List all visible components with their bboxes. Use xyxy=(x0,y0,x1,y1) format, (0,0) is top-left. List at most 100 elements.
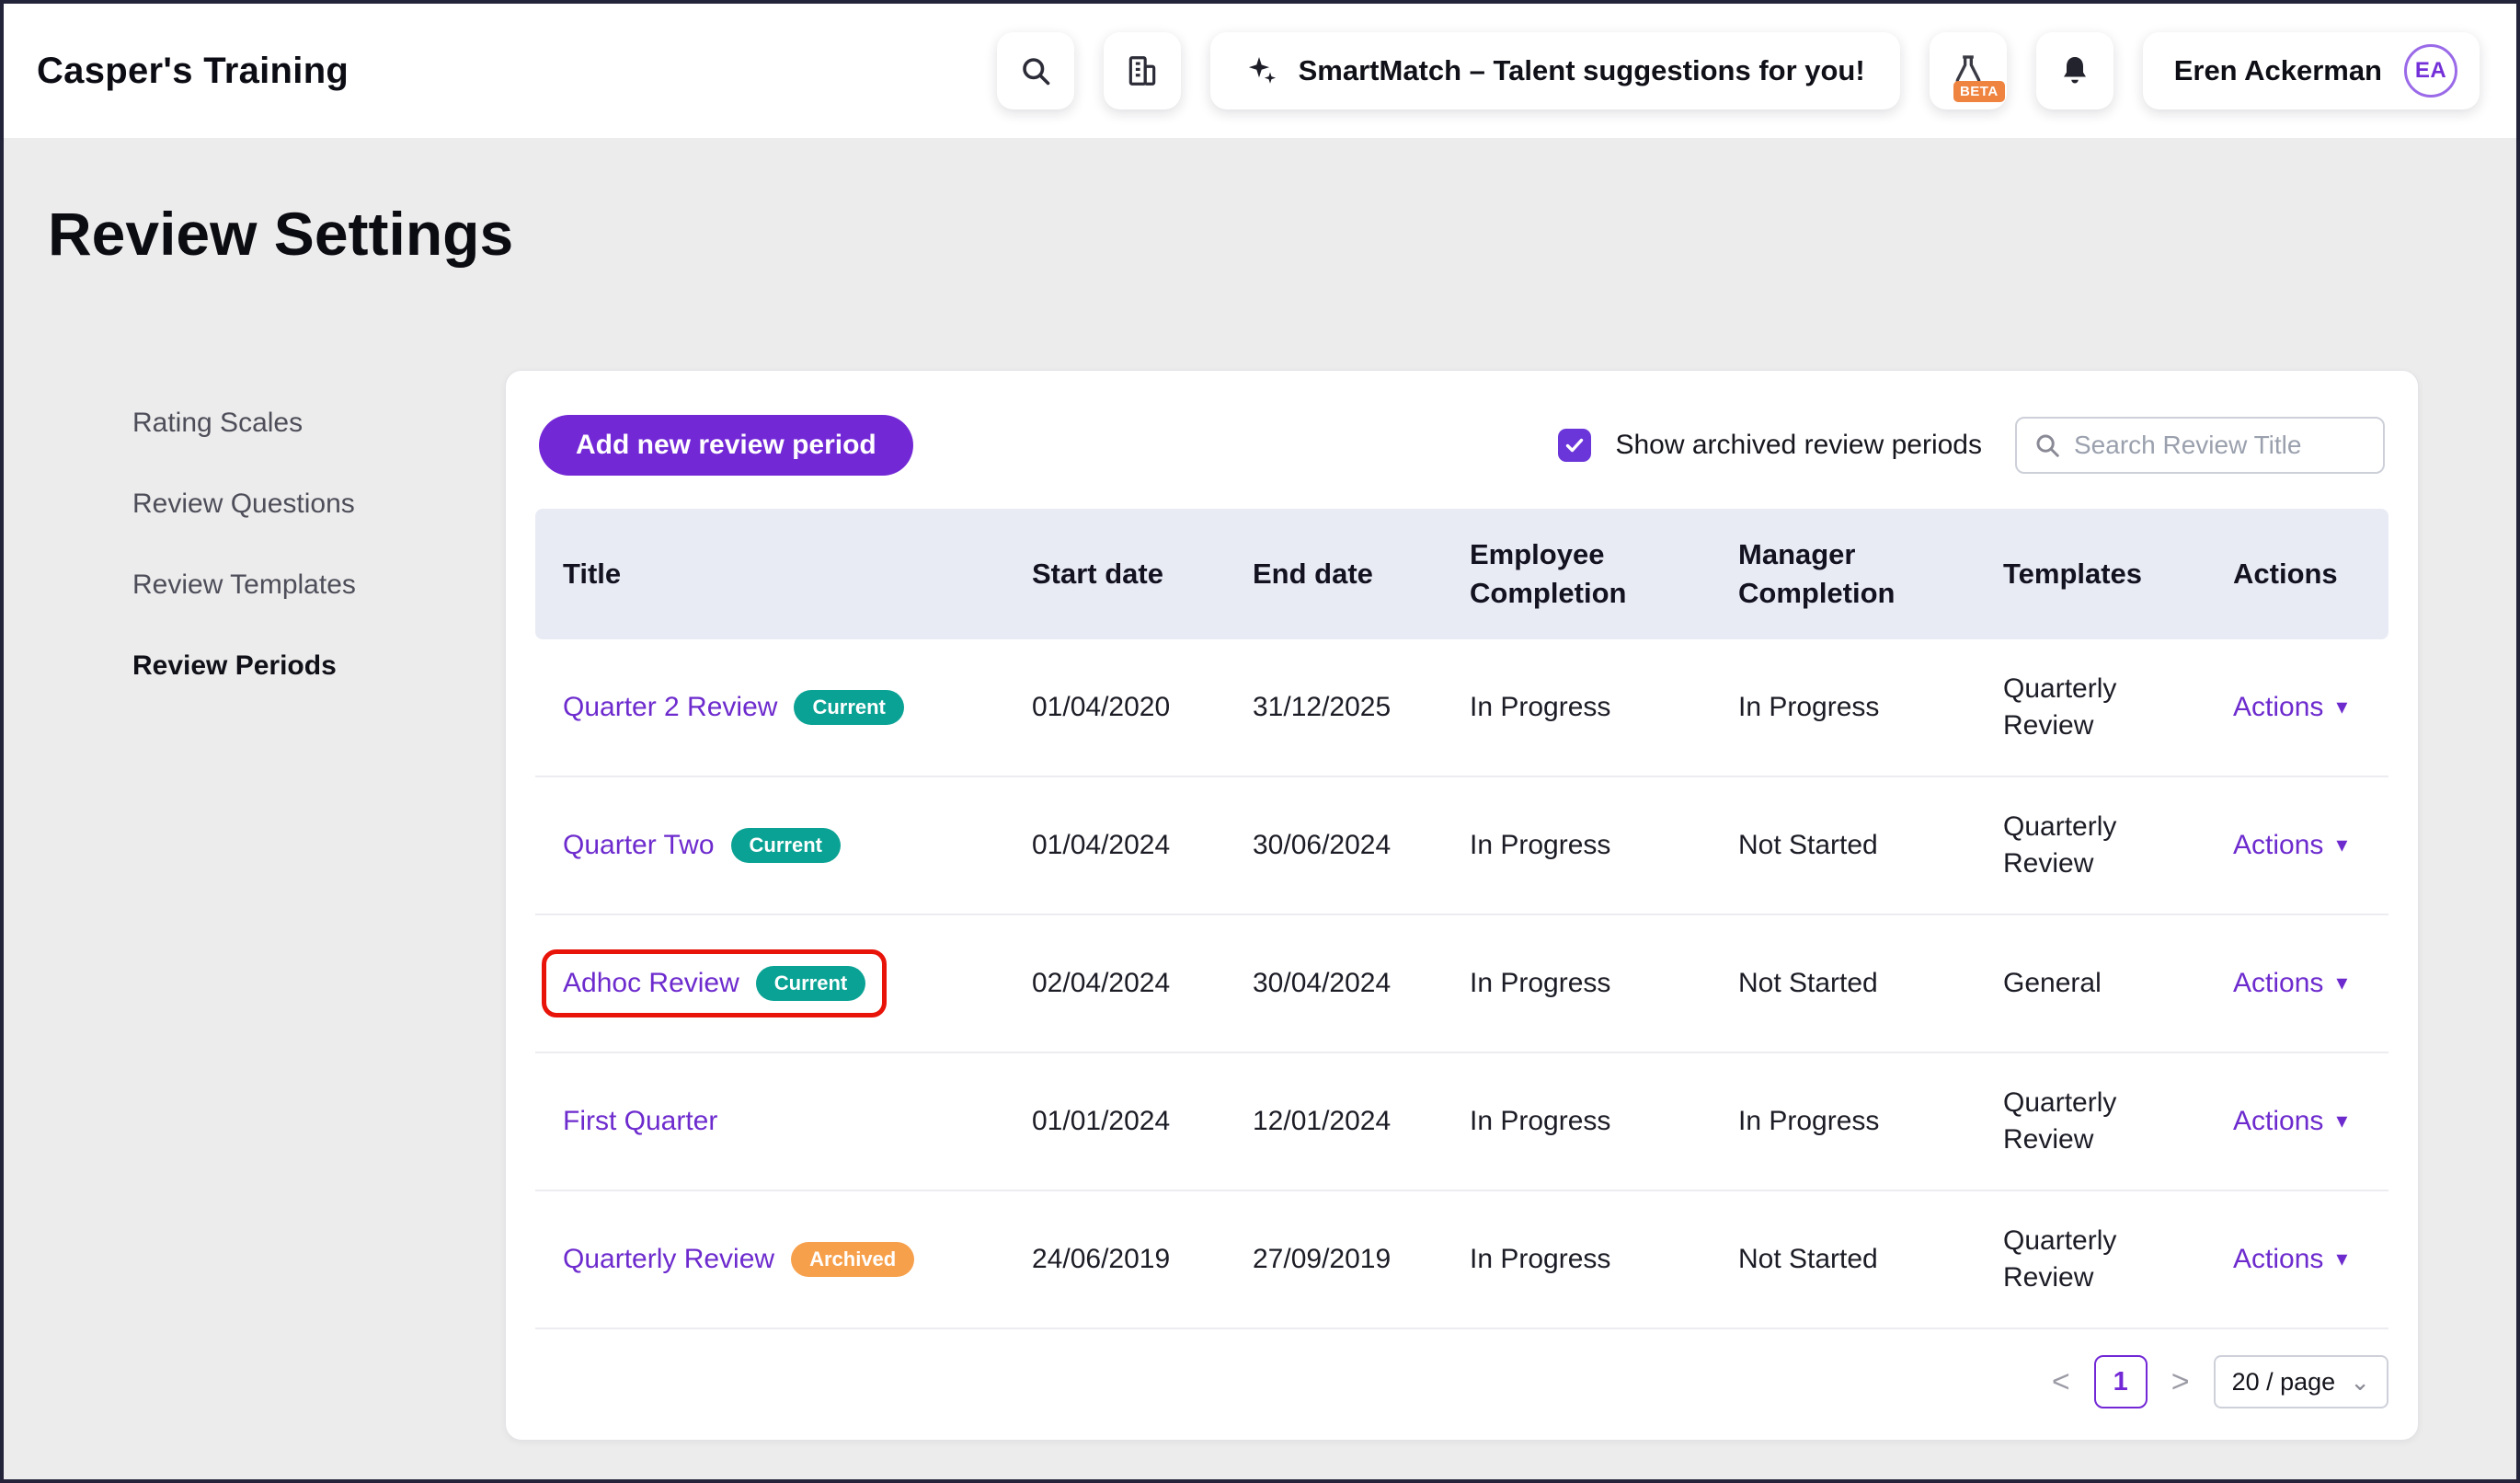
review-period-link[interactable]: First Quarter xyxy=(563,1103,717,1141)
title-cell: Quarter 2 Review Current xyxy=(535,689,1032,727)
card-toolbar: Add new review period Show archived revi… xyxy=(535,415,2388,476)
end-date: 12/01/2024 xyxy=(1253,1103,1470,1141)
main-layout: Rating Scales Review Questions Review Te… xyxy=(4,370,2516,1441)
sparkle-icon xyxy=(1245,54,1278,87)
review-periods-card: Add new review period Show archived revi… xyxy=(505,370,2419,1441)
show-archived-label[interactable]: Show archived review periods xyxy=(1615,430,1982,461)
caret-down-icon: ▾ xyxy=(2336,696,2347,719)
table-row: First Quarter 01/01/2024 12/01/2024 In P… xyxy=(535,1053,2388,1191)
actions-menu-button[interactable]: Actions ▾ xyxy=(2233,1103,2347,1141)
title-cell: Adhoc Review Current xyxy=(535,949,1032,1018)
search-button[interactable] xyxy=(997,32,1074,109)
sidebar-item-rating-scales[interactable]: Rating Scales xyxy=(132,407,505,440)
end-date: 31/12/2025 xyxy=(1253,689,1470,727)
pagination-next-button[interactable]: > xyxy=(2166,1364,2195,1400)
show-archived-checkbox[interactable] xyxy=(1558,429,1591,462)
table-header: Title Start date End date Employee Compl… xyxy=(535,509,2388,639)
actions-menu-button[interactable]: Actions ▾ xyxy=(2233,689,2347,727)
check-icon xyxy=(1564,434,1586,456)
templates: Quarterly Review xyxy=(2003,1085,2233,1159)
column-header-start-date: Start date xyxy=(1032,555,1253,593)
actions-label: Actions xyxy=(2233,1103,2323,1141)
column-header-end-date: End date xyxy=(1253,555,1470,593)
search-icon xyxy=(1019,54,1052,87)
avatar: EA xyxy=(2404,44,2457,98)
topbar: Casper's Training xyxy=(4,4,2516,138)
review-period-link[interactable]: Quarterly Review xyxy=(563,1241,774,1279)
end-date: 30/06/2024 xyxy=(1253,827,1470,865)
column-header-manager-completion: Manager Completion xyxy=(1738,535,2003,613)
user-name: Eren Ackerman xyxy=(2174,54,2382,87)
title-cell: First Quarter xyxy=(535,1103,1032,1141)
actions-label: Actions xyxy=(2233,827,2323,865)
beta-badge: BETA xyxy=(1953,81,2005,102)
actions-cell: Actions ▾ xyxy=(2233,689,2388,727)
organisation-button[interactable] xyxy=(1104,32,1181,109)
actions-label: Actions xyxy=(2233,965,2323,1003)
column-header-title: Title xyxy=(535,555,1032,593)
pagination-page-1[interactable]: 1 xyxy=(2094,1355,2148,1408)
employee-completion: In Progress xyxy=(1470,827,1738,865)
column-header-actions: Actions xyxy=(2233,555,2388,593)
templates: Quarterly Review xyxy=(2003,671,2233,745)
status-badge-archived: Archived xyxy=(791,1242,914,1277)
sidebar-item-review-templates[interactable]: Review Templates xyxy=(132,569,505,602)
actions-cell: Actions ▾ xyxy=(2233,965,2388,1003)
start-date: 24/06/2019 xyxy=(1032,1241,1253,1279)
notifications-button[interactable] xyxy=(2036,32,2113,109)
labs-button[interactable]: BETA xyxy=(1930,32,2007,109)
search-icon xyxy=(2033,431,2061,459)
app-title: Casper's Training xyxy=(37,51,349,92)
employee-completion: In Progress xyxy=(1470,965,1738,1003)
search-review-title-input[interactable] xyxy=(2074,431,2366,460)
page-title: Review Settings xyxy=(48,199,2516,269)
actions-menu-button[interactable]: Actions ▾ xyxy=(2233,965,2347,1003)
employee-completion: In Progress xyxy=(1470,689,1738,727)
title-cell: Quarter Two Current xyxy=(535,827,1032,865)
actions-label: Actions xyxy=(2233,1241,2323,1279)
manager-completion: In Progress xyxy=(1738,1103,2003,1141)
actions-menu-button[interactable]: Actions ▾ xyxy=(2233,1241,2347,1279)
topbar-actions: SmartMatch – Talent suggestions for you!… xyxy=(997,32,2480,109)
review-period-link[interactable]: Quarter 2 Review xyxy=(563,689,777,727)
caret-down-icon: ▾ xyxy=(2336,1248,2347,1270)
toolbar-right: Show archived review periods xyxy=(1558,417,2385,474)
page-size-select[interactable]: 20 / page ⌄ xyxy=(2214,1355,2388,1408)
page-size-value: 20 / page xyxy=(2232,1368,2336,1397)
search-review-title-box xyxy=(2015,417,2385,474)
pagination: < 1 > 20 / page ⌄ xyxy=(535,1355,2388,1408)
bell-icon xyxy=(2058,54,2091,87)
table-row: Adhoc Review Current 02/04/2024 30/04/20… xyxy=(535,915,2388,1053)
add-review-period-button[interactable]: Add new review period xyxy=(539,415,913,476)
manager-completion: Not Started xyxy=(1738,827,2003,865)
pagination-prev-button[interactable]: < xyxy=(2046,1364,2076,1400)
building-icon xyxy=(1125,53,1160,88)
column-header-templates: Templates xyxy=(2003,555,2233,593)
manager-completion: In Progress xyxy=(1738,689,2003,727)
caret-down-icon: ▾ xyxy=(2336,972,2347,994)
app-window: Casper's Training xyxy=(0,0,2520,1483)
smartmatch-button[interactable]: SmartMatch – Talent suggestions for you! xyxy=(1210,32,1900,109)
actions-menu-button[interactable]: Actions ▾ xyxy=(2233,827,2347,865)
status-badge-current: Current xyxy=(731,828,841,863)
start-date: 01/01/2024 xyxy=(1032,1103,1253,1141)
status-badge-current: Current xyxy=(756,966,865,1001)
sidebar-item-review-questions[interactable]: Review Questions xyxy=(132,488,505,521)
sidebar-item-review-periods[interactable]: Review Periods xyxy=(132,650,505,683)
status-badge-current: Current xyxy=(794,690,903,725)
review-period-link[interactable]: Adhoc Review xyxy=(563,965,739,1003)
end-date: 30/04/2024 xyxy=(1253,965,1470,1003)
smartmatch-label: SmartMatch – Talent suggestions for you! xyxy=(1299,54,1865,87)
table-row: Quarter 2 Review Current 01/04/2020 31/1… xyxy=(535,639,2388,777)
actions-cell: Actions ▾ xyxy=(2233,1241,2388,1279)
column-header-employee-completion: Employee Completion xyxy=(1470,535,1738,613)
review-periods-table: Title Start date End date Employee Compl… xyxy=(535,509,2388,1329)
end-date: 27/09/2019 xyxy=(1253,1241,1470,1279)
review-period-link[interactable]: Quarter Two xyxy=(563,827,715,865)
caret-down-icon: ▾ xyxy=(2336,1110,2347,1132)
user-menu[interactable]: Eren Ackerman EA xyxy=(2143,32,2480,109)
start-date: 01/04/2020 xyxy=(1032,689,1253,727)
table-row: Quarter Two Current 01/04/2024 30/06/202… xyxy=(535,777,2388,915)
templates: Quarterly Review xyxy=(2003,809,2233,883)
red-highlight-outline: Adhoc Review Current xyxy=(542,949,887,1018)
